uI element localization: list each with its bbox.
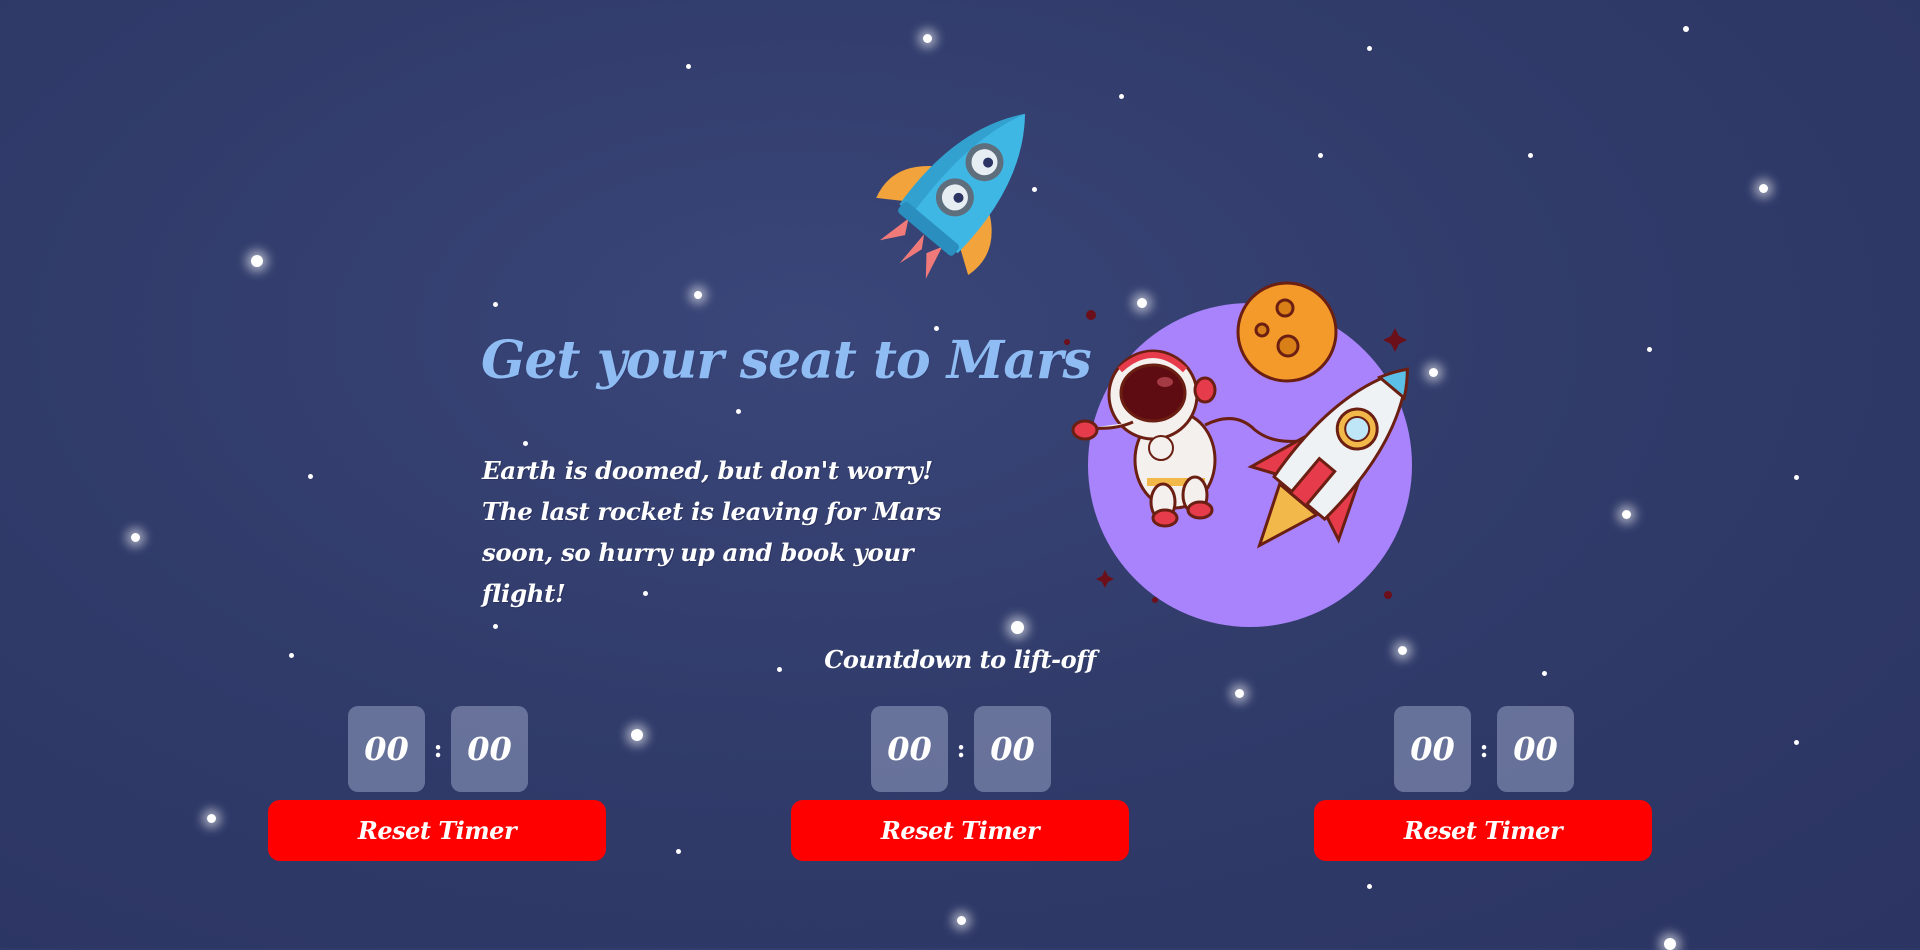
timer-minutes: 00 xyxy=(871,705,948,792)
star xyxy=(1398,646,1407,655)
star xyxy=(1794,475,1799,480)
reset-timer-button[interactable]: Reset Timer xyxy=(791,800,1129,861)
star xyxy=(686,64,691,69)
astronaut-planet-rocket-illustration xyxy=(1064,281,1412,627)
timer-separator: : xyxy=(1479,734,1489,763)
hero-description: Earth is doomed, but don't worry! The la… xyxy=(482,456,941,608)
star xyxy=(923,34,932,43)
star xyxy=(1794,740,1799,745)
star xyxy=(1759,184,1768,193)
timer-seconds: 00 xyxy=(1497,705,1574,792)
timer-display: 00 : 00 xyxy=(268,705,608,792)
timer-minutes: 00 xyxy=(1394,705,1471,792)
reset-timer-button[interactable]: Reset Timer xyxy=(1314,800,1652,861)
star xyxy=(1011,621,1024,634)
reset-timer-button[interactable]: Reset Timer xyxy=(268,800,606,861)
star xyxy=(736,409,741,414)
timer-seconds: 00 xyxy=(974,705,1051,792)
timer-minutes: 00 xyxy=(348,705,425,792)
star xyxy=(676,849,681,854)
countdown-timer: 00 : 00 Reset Timer xyxy=(791,705,1131,865)
star xyxy=(1647,347,1652,352)
star xyxy=(631,729,643,741)
timer-seconds: 00 xyxy=(451,705,528,792)
countdown-label: Countdown to lift-off xyxy=(824,645,1096,674)
star xyxy=(207,814,216,823)
star xyxy=(1664,938,1676,950)
timer-display: 00 : 00 xyxy=(791,705,1131,792)
star xyxy=(1683,26,1689,32)
star xyxy=(1528,153,1533,158)
star xyxy=(289,653,294,658)
star xyxy=(1367,884,1372,889)
star xyxy=(493,302,498,307)
timer-display: 00 : 00 xyxy=(1314,705,1654,792)
timer-separator: : xyxy=(956,734,966,763)
star xyxy=(251,255,263,267)
blue-rocket-icon xyxy=(876,113,1025,279)
star xyxy=(694,291,702,299)
star xyxy=(777,667,782,672)
star xyxy=(957,916,966,925)
star xyxy=(308,474,313,479)
countdown-timer: 00 : 00 Reset Timer xyxy=(1314,705,1654,865)
star xyxy=(1235,689,1244,698)
star xyxy=(1367,46,1372,51)
star xyxy=(1318,153,1323,158)
countdown-timer: 00 : 00 Reset Timer xyxy=(268,705,608,865)
page-title: Get your seat to Mars xyxy=(481,330,1092,391)
star xyxy=(1542,671,1547,676)
star xyxy=(131,533,140,542)
star xyxy=(1119,94,1124,99)
star xyxy=(523,441,528,446)
timer-separator: : xyxy=(433,734,443,763)
star xyxy=(493,624,498,629)
star xyxy=(1622,510,1631,519)
